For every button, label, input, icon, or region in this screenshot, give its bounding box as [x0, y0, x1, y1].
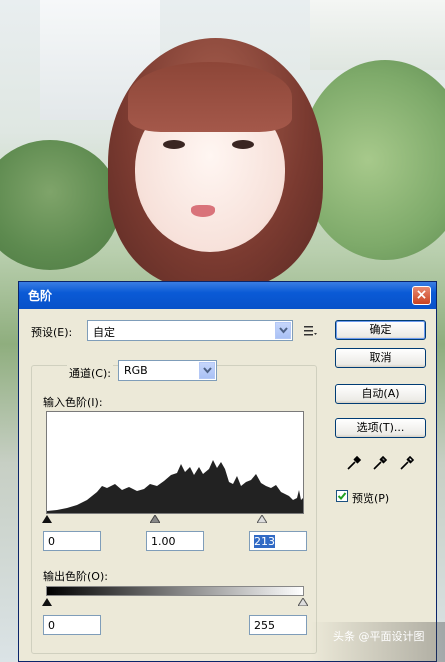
ok-button[interactable]: 确定 [335, 320, 426, 340]
input-highlight-value: 213 [254, 535, 275, 548]
output-highlight-field[interactable]: 255 [249, 615, 307, 635]
levels-dialog: 色阶 × 预设(E): 自定 确定 取消 自动(A) 选项(T)... 通道(C… [18, 281, 437, 662]
chevron-down-icon[interactable] [275, 322, 291, 339]
title-bar[interactable]: 色阶 × [19, 282, 436, 309]
chevron-down-icon[interactable] [199, 362, 215, 379]
input-highlight-field[interactable]: 213 [249, 531, 307, 551]
histogram [46, 411, 304, 514]
output-highlight-slider[interactable] [298, 598, 308, 606]
dialog-title: 色阶 [28, 289, 53, 303]
output-shadow-slider[interactable] [42, 598, 52, 606]
input-shadow-slider[interactable] [42, 515, 52, 523]
eye [163, 140, 185, 149]
preview-label: 预览(P) [352, 492, 390, 505]
input-shadow-field[interactable]: 0 [43, 531, 101, 551]
preview-checkbox[interactable] [336, 490, 348, 502]
histogram-graph [47, 460, 303, 513]
input-levels-label: 输入色阶(I): [43, 396, 103, 409]
output-gradient-bar [46, 586, 304, 596]
preset-select[interactable]: 自定 [87, 320, 293, 341]
channel-value: RGB [124, 364, 148, 377]
eye [232, 140, 254, 149]
watermark: 头条 @平面设计图 [333, 630, 425, 643]
mouth [191, 205, 215, 217]
input-midtone-field[interactable]: 1.00 [146, 531, 204, 551]
white-eyedropper-icon[interactable] [399, 455, 415, 471]
input-midtone-slider[interactable] [150, 515, 160, 523]
gray-eyedropper-icon[interactable] [372, 455, 388, 471]
cancel-button[interactable]: 取消 [335, 348, 426, 368]
options-button[interactable]: 选项(T)... [335, 418, 426, 438]
output-shadow-field[interactable]: 0 [43, 615, 101, 635]
bangs [128, 62, 292, 132]
input-highlight-slider[interactable] [257, 515, 267, 523]
preset-label: 预设(E): [31, 326, 73, 339]
preset-value: 自定 [93, 326, 115, 339]
channel-label: 通道(C): [67, 365, 113, 381]
output-levels-label: 输出色阶(O): [43, 570, 108, 583]
checkmark-icon [337, 492, 347, 500]
channel-select[interactable]: RGB [118, 360, 217, 381]
close-icon[interactable]: × [412, 286, 431, 305]
auto-button[interactable]: 自动(A) [335, 384, 426, 404]
preset-menu-icon[interactable] [304, 325, 318, 337]
tree [0, 140, 120, 270]
black-eyedropper-icon[interactable] [346, 455, 362, 471]
